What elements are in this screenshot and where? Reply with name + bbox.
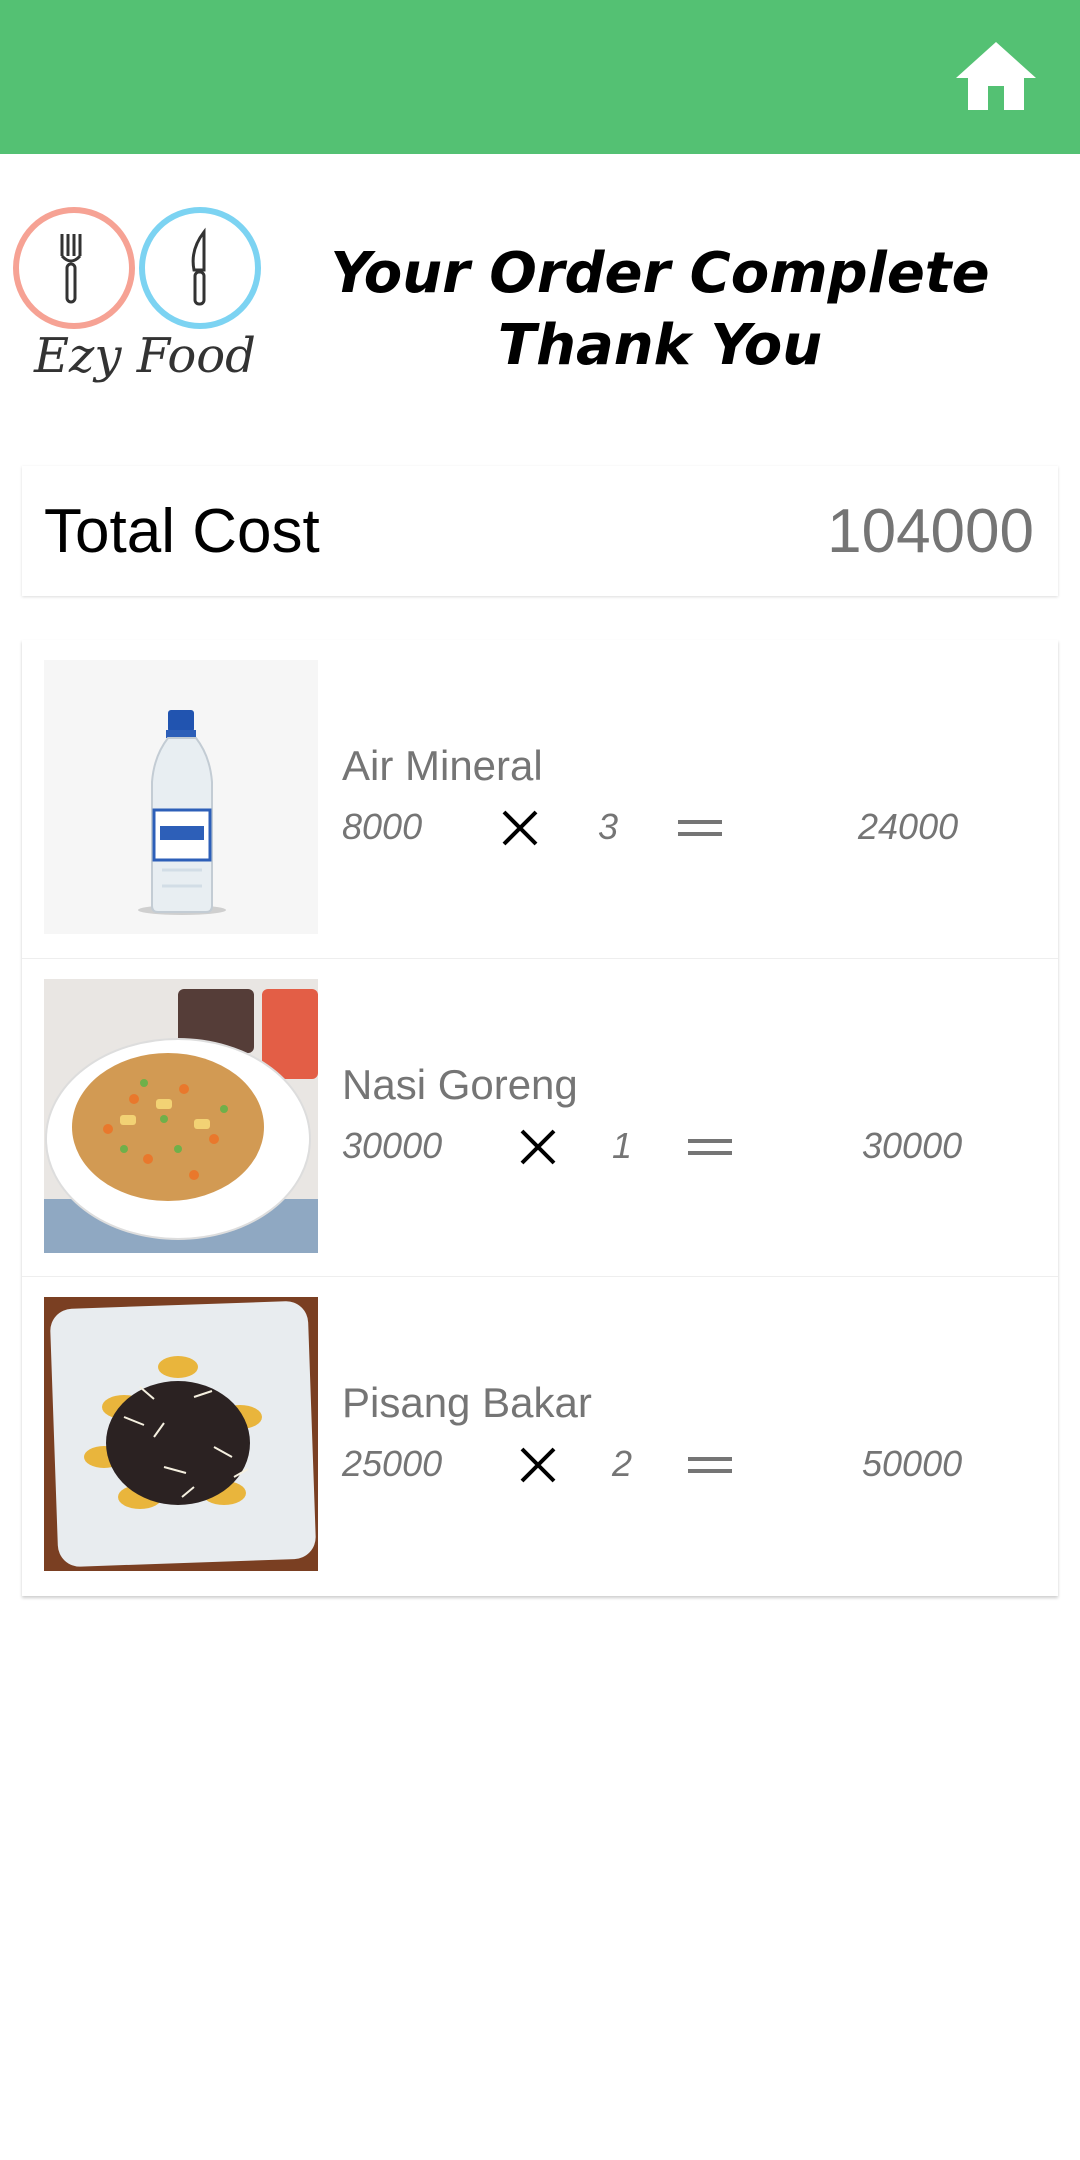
home-button[interactable] (948, 30, 1044, 126)
item-subtotal: 30000 (862, 1125, 963, 1166)
equals-icon (678, 806, 722, 850)
item-quantity: 2 (612, 1443, 633, 1484)
order-items-list: Air Mineral 8000 3 24000 Nasi Goreng 300… (22, 640, 1058, 1596)
order-complete-message: Your Order Complete Thank You (300, 238, 1020, 382)
item-subtotal: 24000 (858, 806, 959, 847)
order-item: Air Mineral 8000 3 24000 (22, 640, 1058, 958)
fork-icon (60, 234, 82, 304)
equals-icon (688, 1125, 732, 1169)
knife-icon (191, 227, 206, 306)
total-cost-label: Total Cost (44, 497, 320, 566)
item-quantity: 3 (598, 806, 619, 847)
fried-rice-image (44, 979, 318, 1253)
item-name: Nasi Goreng (342, 1061, 578, 1108)
water-bottle-image (44, 660, 318, 934)
item-quantity: 1 (612, 1125, 633, 1166)
multiply-icon (516, 1443, 560, 1487)
order-complete-line: Your Order Complete (330, 241, 990, 306)
app-bar (0, 0, 1080, 154)
item-name: Pisang Bakar (342, 1379, 592, 1426)
thank-you-line: Thank You (497, 313, 823, 378)
total-cost-value: 104000 (827, 497, 1034, 566)
total-cost-card: Total Cost 104000 (22, 466, 1058, 596)
item-price: 8000 (342, 806, 423, 847)
order-item: Nasi Goreng 30000 1 30000 (22, 958, 1058, 1277)
logo-text: Ezy Food (34, 328, 256, 384)
multiply-icon (498, 806, 542, 850)
item-subtotal: 50000 (862, 1443, 963, 1484)
ezy-food-logo: Ezy Food (10, 204, 272, 404)
home-icon (956, 42, 1036, 110)
multiply-icon (516, 1125, 560, 1169)
order-item: Pisang Bakar 25000 2 50000 (22, 1276, 1058, 1595)
item-name: Air Mineral (342, 742, 543, 789)
item-price: 30000 (342, 1125, 443, 1166)
equals-icon (688, 1443, 732, 1487)
item-price: 25000 (342, 1443, 443, 1484)
grilled-banana-image (44, 1297, 318, 1571)
